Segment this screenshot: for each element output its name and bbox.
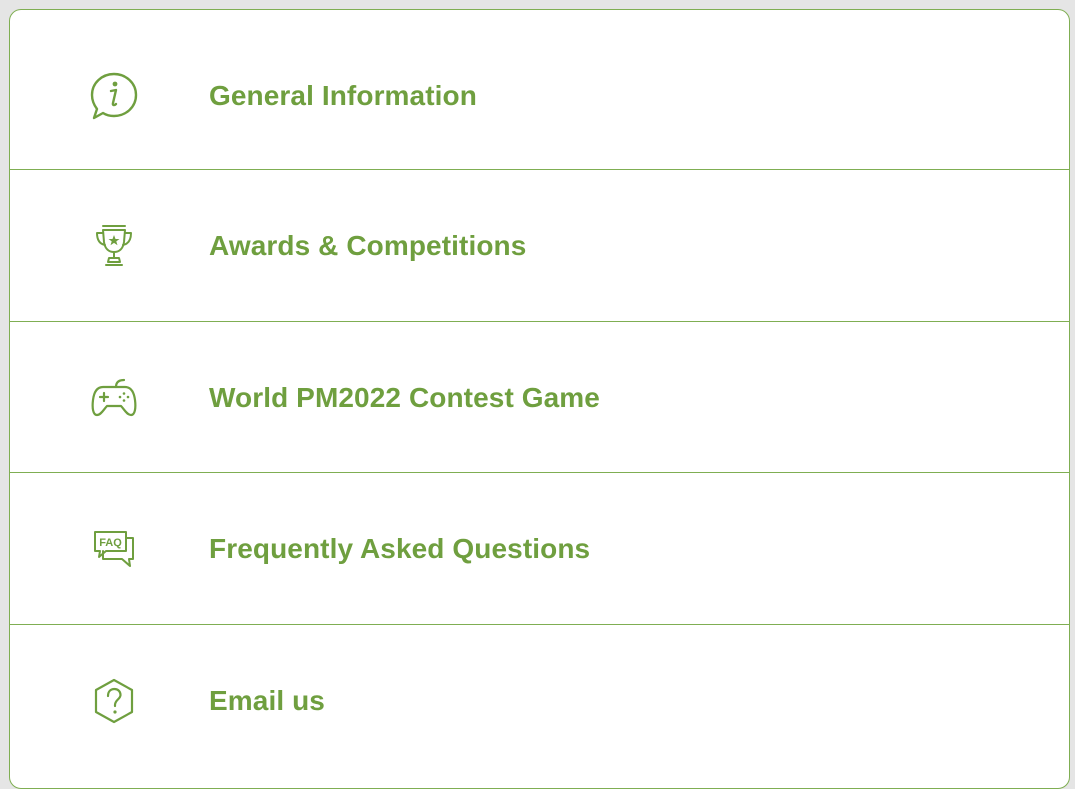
menu-item-general-information[interactable]: General Information (10, 20, 1069, 171)
question-hexagon-icon (86, 673, 142, 729)
menu-item-email-us[interactable]: Email us (10, 625, 1069, 776)
trophy-icon (86, 218, 142, 274)
menu-item-label: Email us (209, 684, 325, 716)
svg-text:FAQ: FAQ (99, 537, 122, 549)
menu-item-label: Awards & Competitions (209, 229, 527, 261)
info-speech-bubble-icon (86, 68, 142, 124)
menu-item-label: General Information (209, 79, 477, 111)
menu-item-awards-competitions[interactable]: Awards & Competitions (10, 170, 1069, 321)
gamepad-icon (86, 370, 142, 426)
menu-item-contest-game[interactable]: World PM2022 Contest Game (10, 322, 1069, 473)
menu-item-label: Frequently Asked Questions (209, 532, 591, 564)
faq-bubble-icon: FAQ (86, 521, 142, 577)
menu-item-faq[interactable]: FAQ Frequently Asked Questions (10, 473, 1069, 624)
menu-panel: General Information Awards & Competition… (9, 9, 1070, 789)
menu-item-label: World PM2022 Contest Game (209, 381, 600, 413)
